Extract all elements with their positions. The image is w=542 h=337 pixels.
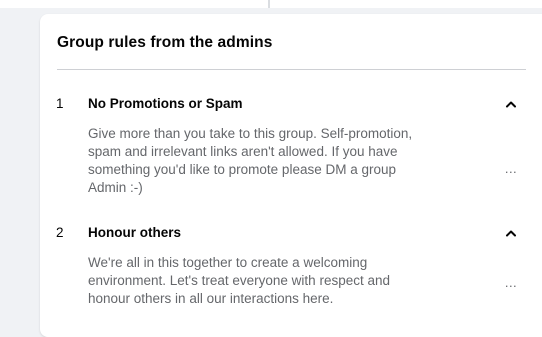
top-background-strip bbox=[0, 0, 542, 14]
more-options-icon[interactable]: ... bbox=[502, 162, 520, 182]
top-card-edge-right bbox=[270, 0, 542, 8]
rule-description: Give more than you take to this group. S… bbox=[88, 126, 413, 195]
chevron-up-icon[interactable] bbox=[503, 225, 519, 241]
title-separator bbox=[57, 69, 526, 70]
top-card-edge-left bbox=[0, 0, 268, 8]
group-rules-title: Group rules from the admins bbox=[57, 34, 273, 51]
chevron-up-icon[interactable] bbox=[503, 96, 519, 112]
more-options-icon[interactable]: ... bbox=[502, 276, 520, 296]
group-rules-card: Group rules from the admins 1 No Promoti… bbox=[40, 14, 542, 337]
rule-number: 2 bbox=[56, 225, 64, 240]
rule-title: No Promotions or Spam bbox=[88, 96, 243, 111]
rule-number: 1 bbox=[56, 96, 64, 111]
rule-title: Honour others bbox=[88, 225, 181, 240]
rule-description: We're all in this together to create a w… bbox=[88, 255, 390, 306]
